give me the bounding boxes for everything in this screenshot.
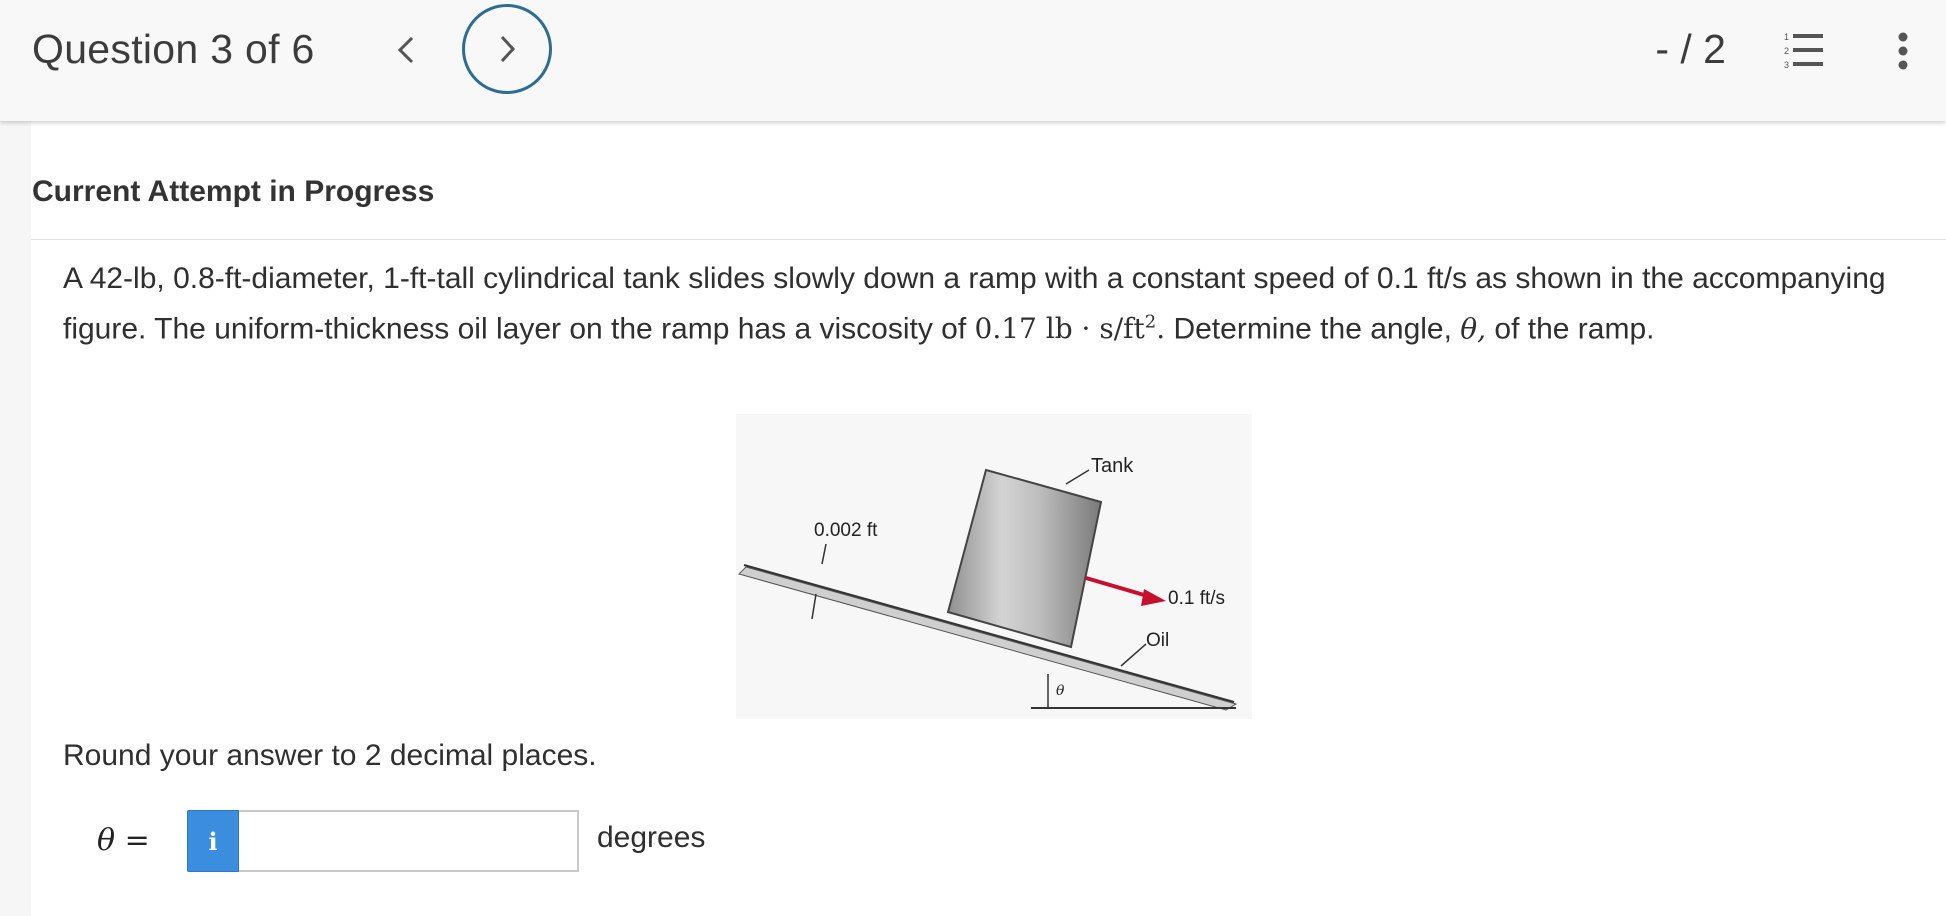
question-list-button[interactable]: 1 2 3 — [1783, 30, 1827, 72]
thickness-arrow-bottom — [811, 593, 817, 620]
figure-drawing: θ 0.1 ft/s Tank Oil 0.002 ft — [738, 455, 1238, 711]
chevron-right-icon — [500, 35, 516, 63]
more-vertical-icon — [1898, 32, 1908, 70]
next-question-button[interactable] — [462, 4, 552, 94]
question-content: Current Attempt in Progress A 42-lb, 0.8… — [31, 121, 1946, 916]
viscosity-period: . — [1156, 312, 1166, 346]
answer-row: θ = i degrees — [63, 809, 763, 873]
rounding-instruction: Round your answer to 2 decimal places. — [63, 739, 597, 772]
score-display: - / 2 — [1655, 26, 1726, 72]
svg-text:2: 2 — [1784, 46, 1789, 56]
tank-ramp-figure: θ 0.1 ft/s Tank Oil 0.002 ft — [736, 414, 1252, 719]
attempt-title: Current Attempt in Progress — [32, 175, 435, 208]
tank-leader — [1065, 469, 1090, 485]
numbered-list-icon: 1 2 3 — [1784, 32, 1823, 70]
previous-question-button[interactable] — [384, 22, 428, 78]
question-counter: Question 3 of 6 — [32, 26, 315, 72]
svg-text:1: 1 — [1784, 32, 1789, 42]
thickness-arrow-top — [821, 543, 827, 565]
velocity-arrowhead — [1141, 589, 1166, 606]
figure-label-oil: Oil — [1146, 630, 1169, 651]
chevron-left-icon — [397, 36, 414, 64]
problem-text-3: of the ramp. — [1486, 312, 1655, 346]
tank — [946, 468, 1103, 649]
svg-text:3: 3 — [1784, 60, 1789, 70]
figure-label-speed: 0.1 ft/s — [1168, 588, 1225, 609]
theta-symbol: θ, — [1460, 312, 1487, 346]
problem-text-2: Determine the angle, — [1165, 312, 1461, 346]
viscosity-exponent: 2 — [1144, 312, 1157, 333]
viscosity-number: 0.17 lb · s/ft — [974, 312, 1145, 346]
viscosity-value: 0.17 lb · s/ft2. — [975, 312, 1166, 345]
info-button[interactable]: i — [187, 810, 239, 872]
answer-input[interactable] — [239, 810, 579, 872]
figure-label-thickness: 0.002 ft — [814, 520, 878, 541]
divider — [31, 239, 1946, 240]
velocity-arrow — [1085, 576, 1152, 599]
more-options-button[interactable] — [1890, 30, 1916, 72]
oil-leader — [1120, 643, 1147, 667]
answer-unit: degrees — [597, 821, 706, 854]
problem-statement: A 42-lb, 0.8-ft-diameter, 1-ft-tall cyli… — [63, 257, 1918, 351]
answer-label: θ = — [97, 823, 150, 858]
figure-label-theta: θ — [1056, 683, 1065, 699]
figure-label-tank: Tank — [1091, 455, 1134, 477]
question-header: Question 3 of 6 - / 2 1 2 3 — [0, 0, 1946, 121]
